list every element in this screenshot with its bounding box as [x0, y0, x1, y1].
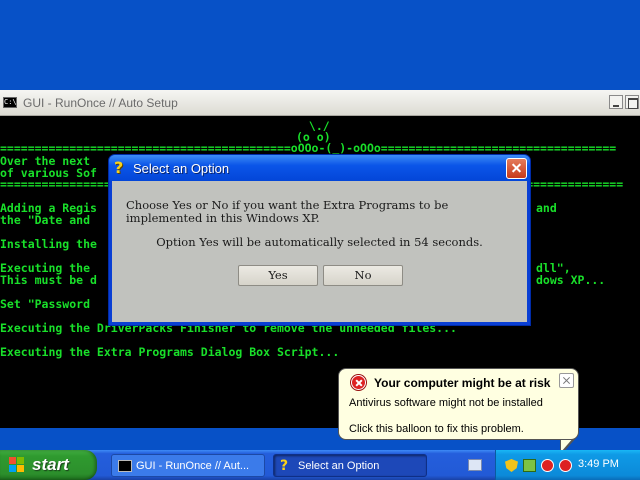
dialog-close-button[interactable] [506, 158, 527, 179]
minimize-button[interactable] [609, 95, 623, 109]
start-button[interactable]: start [0, 450, 97, 480]
security-alert-icon[interactable] [559, 459, 572, 472]
dialog-countdown: Option Yes will be automatically selecte… [156, 235, 483, 249]
taskbar-item-console[interactable]: GUI - RunOnce // Aut... [111, 454, 265, 477]
no-button[interactable]: No [323, 265, 403, 286]
console-line: This must be d [0, 273, 97, 287]
balloon-title: Your computer might be at risk [374, 376, 551, 390]
balloon-link-text[interactable]: Click this balloon to fix this problem. [349, 423, 524, 435]
console-icon [118, 460, 132, 472]
console-titlebar[interactable]: C:\ GUI - RunOnce // Auto Setup [0, 90, 640, 116]
taskbar-item-label: Select an Option [298, 460, 380, 472]
security-balloon[interactable]: Your computer might be at risk Antivirus… [338, 368, 579, 440]
clock[interactable]: 3:49 PM [578, 458, 619, 470]
console-title: GUI - RunOnce // Auto Setup [23, 96, 178, 110]
windows-logo-icon [9, 457, 25, 473]
help-icon: ? [114, 158, 124, 177]
network-icon[interactable] [523, 459, 536, 472]
security-shield-icon[interactable] [505, 459, 518, 472]
console-line: and [536, 201, 557, 215]
keyboard-icon[interactable] [468, 459, 482, 471]
system-tray: 3:49 PM [495, 450, 640, 480]
taskbar-item-label: GUI - RunOnce // Aut... [136, 460, 250, 472]
balloon-text: Antivirus software might not be installe… [349, 397, 543, 409]
dialog-message: Choose Yes or No if you want the Extra P… [126, 198, 449, 225]
dialog-body: Choose Yes or No if you want the Extra P… [112, 181, 527, 322]
console-line: Installing the [0, 237, 97, 251]
console-line: ========================================… [0, 141, 617, 155]
taskbar-item-dialog[interactable]: ? Select an Option [273, 454, 427, 477]
dialog-title: Select an Option [133, 161, 230, 176]
console-line: dows XP... [536, 273, 606, 287]
maximize-button[interactable] [625, 95, 639, 109]
taskbar: start GUI - RunOnce // Aut... ? Select a… [0, 450, 640, 480]
warning-icon[interactable] [541, 459, 554, 472]
console-icon: C:\ [3, 97, 17, 108]
console-line: Set "Password [0, 297, 91, 311]
balloon-close-button[interactable] [559, 373, 574, 388]
select-option-dialog[interactable]: ? Select an Option Choose Yes or No if y… [108, 154, 531, 326]
console-line: the "Date and [0, 213, 91, 227]
start-label: start [32, 455, 69, 474]
help-icon: ? [280, 458, 289, 474]
dialog-titlebar[interactable]: ? Select an Option [109, 155, 530, 181]
security-warning-icon [351, 375, 366, 390]
console-line: Executing the Extra Programs Dialog Box … [0, 345, 340, 359]
yes-button[interactable]: Yes [238, 265, 318, 286]
